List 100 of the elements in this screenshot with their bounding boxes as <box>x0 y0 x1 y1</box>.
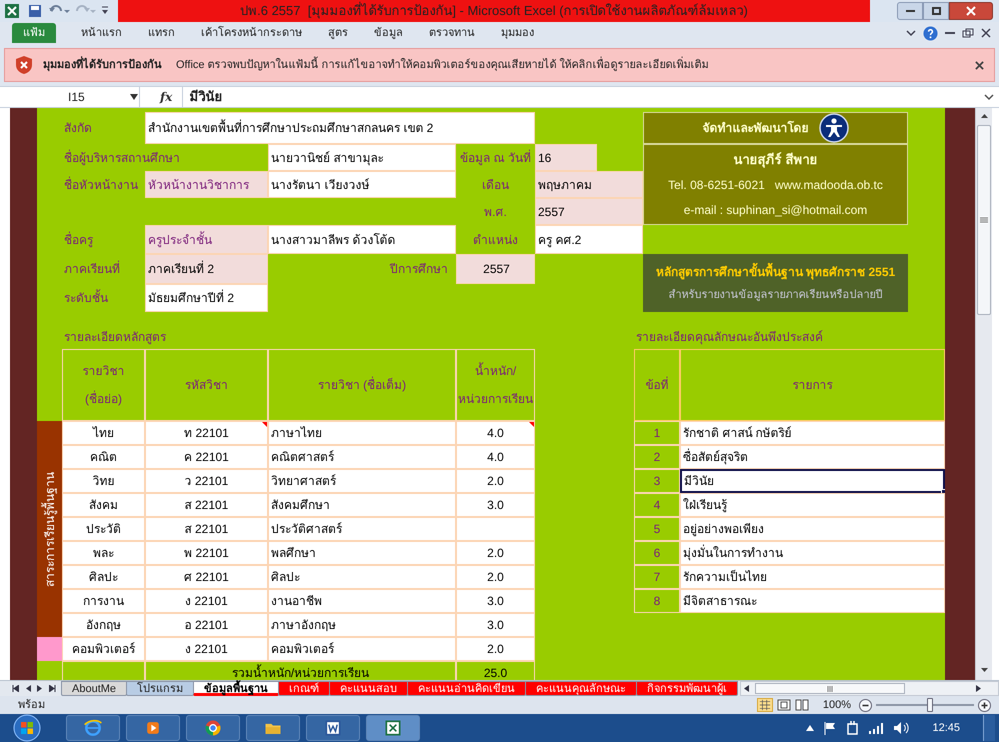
ribbon-tab[interactable]: สูตร <box>328 24 348 42</box>
field-value: พฤษภาคม <box>535 171 643 198</box>
ribbon-tab[interactable]: เค้าโครงหน้ากระดาษ <box>201 24 302 42</box>
last-sheet-icon[interactable] <box>49 685 56 692</box>
group-label: สาระการเรียนรู้พื้นฐาน <box>41 472 58 586</box>
taskbar-button[interactable] <box>246 715 300 741</box>
table-cell: ท 22101 <box>145 421 268 445</box>
zoom-in-icon[interactable] <box>978 698 991 712</box>
zoom-out-icon[interactable] <box>859 698 872 712</box>
table-cell[interactable]: ใฝ่เรียนรู้ <box>680 493 945 517</box>
first-sheet-icon[interactable] <box>12 685 19 692</box>
table-cell: 4.0 <box>456 445 535 469</box>
table-cell: 3.0 <box>456 589 535 613</box>
column-header: รายวิชา (ชื่อย่อ) <box>62 349 145 421</box>
table-cell: ศ 22101 <box>145 565 268 589</box>
sheet-tab[interactable]: คะแนนคุณลักษณะ <box>525 681 638 696</box>
banner-subtitle: สำหรับรายงานข้อมูลรายภาคเรียนหรือปลายปี <box>668 288 882 303</box>
table-cell[interactable]: ซื่อสัตย์สุจริต <box>680 445 945 469</box>
restore-icon[interactable] <box>962 28 974 38</box>
dropdown-icon[interactable] <box>130 94 138 100</box>
field-value: ครูประจำชั้น <box>145 225 268 254</box>
ribbon-tab[interactable]: ตรวจทาน <box>429 24 475 42</box>
vertical-scrollbar[interactable] <box>975 108 992 680</box>
table-cell: คณิต <box>62 445 145 469</box>
sheet-tab[interactable]: ข้อมูลพื้นฐาน <box>193 681 280 696</box>
table-cell: 2 <box>634 445 680 469</box>
next-sheet-icon[interactable] <box>37 685 43 692</box>
table-cell: สังคม <box>62 493 145 517</box>
table-cell: 3 <box>634 469 680 493</box>
table-cell[interactable]: มีวินัย <box>680 469 945 493</box>
sheet-tab[interactable]: เกณฑ์ <box>278 681 330 696</box>
chevron-icon[interactable] <box>906 29 916 37</box>
restore-button[interactable] <box>923 2 949 20</box>
field-label: ชื่อหัวหน้างาน <box>63 176 139 194</box>
sheet-tab[interactable]: โปรแกรม <box>126 681 194 696</box>
minimize-button[interactable] <box>897 2 923 20</box>
flag-icon[interactable] <box>823 721 838 735</box>
page-layout-icon[interactable] <box>776 699 791 711</box>
previous-sheet-icon[interactable] <box>25 685 31 692</box>
field-label: สังกัด <box>63 120 93 137</box>
taskbar-button[interactable] <box>366 715 420 741</box>
table-cell: ส 22101 <box>145 517 268 541</box>
sheet-tab[interactable]: คะแนนสอบ <box>329 681 408 696</box>
section-title: รายละเอียดหลักสูตร <box>63 328 166 346</box>
formula-field[interactable]: มีวินัย <box>182 87 983 107</box>
taskbar-button[interactable] <box>306 715 360 741</box>
page-break-icon[interactable] <box>794 699 809 711</box>
volume-icon[interactable] <box>893 721 910 735</box>
ribbon-tab[interactable]: ข้อมูล <box>374 24 403 42</box>
chevron-up-icon[interactable] <box>806 725 814 731</box>
field-label: ระดับชั้น <box>63 288 109 307</box>
ribbon-tab[interactable]: หน้าแรก <box>81 24 122 42</box>
word-icon <box>323 718 343 738</box>
field-value: 16 <box>535 144 597 171</box>
scroll-thumb[interactable] <box>977 125 991 315</box>
help-icon[interactable] <box>923 26 938 40</box>
table-cell[interactable]: รักความเป็นไทย <box>680 565 945 589</box>
table-cell: ว 22101 <box>145 469 268 493</box>
sheet-tab[interactable]: AboutMe <box>61 681 128 696</box>
sheet-tab[interactable]: กิจกรรมพัฒนาผู้เ <box>636 681 738 696</box>
slider-thumb[interactable] <box>926 698 933 712</box>
section-title: รายละเอียดคุณลักษณะอันพึงประสงค์ <box>635 328 823 346</box>
table-cell[interactable]: มีจิตสาธารณะ <box>680 589 945 613</box>
function-icon[interactable]: fx <box>160 88 172 106</box>
field-value: ครู คศ.2 <box>535 225 643 254</box>
table-cell[interactable]: อยู่อย่างพอเพียง <box>680 517 945 541</box>
table-cell: ภาษาไทย <box>268 421 456 445</box>
table-cell: พลศึกษา <box>268 541 456 565</box>
table-cell: ศิลปะ <box>62 565 145 589</box>
zoom-text[interactable]: 100% <box>822 696 851 714</box>
table-cell: อังกฤษ <box>62 613 145 637</box>
table-cell: อ 22101 <box>145 613 268 637</box>
close-icon[interactable] <box>981 28 991 38</box>
field-value: นายวานิชย์ สาขามุละ <box>268 144 456 171</box>
scroll-thumb[interactable] <box>755 683 906 694</box>
message-text[interactable]: Office ตรวจพบปัญหาในแฟ้มนี้ การแก้ไขอาจทำให้คอมพิวเตอร์ของคุณเสียหายได้ ให้คลิกเพื่อดูรายละเอียดเพิ่มเติม <box>176 56 709 74</box>
zoom-slider[interactable] <box>876 698 974 712</box>
table-cell: พ 22101 <box>145 541 268 565</box>
sheet-tab[interactable]: คะแนนอ่านคิดเขียน <box>407 681 526 696</box>
field-value: มัธยมศึกษาปีที่ 2 <box>145 284 268 312</box>
close-button[interactable] <box>949 2 993 20</box>
clock-text[interactable]: 12:45 <box>932 720 960 736</box>
close-icon[interactable] <box>975 60 984 70</box>
minimize-icon[interactable] <box>945 29 955 37</box>
field-label: ตำแหน่ง <box>472 232 519 248</box>
table-cell[interactable]: มุ่งมั่นในการทำงาน <box>680 541 945 565</box>
table-cell: ภาษาอังกฤษ <box>268 613 456 637</box>
normal-view-icon[interactable] <box>756 698 773 712</box>
excel-icon[interactable] <box>4 3 20 19</box>
save-icon[interactable] <box>28 4 42 18</box>
signal-icon[interactable] <box>868 722 884 734</box>
table-cell: งานอาชีพ <box>268 589 456 613</box>
ribbon-tab[interactable]: แทรก <box>148 24 175 42</box>
table-cell[interactable]: รักชาติ ศาสน์ กษัตริย์ <box>680 421 945 445</box>
table-cell: วิทยาศาสตร์ <box>268 469 456 493</box>
taskbar-button[interactable] <box>186 715 240 741</box>
horizontal-scrollbar[interactable] <box>740 681 999 696</box>
file-tab[interactable]: แฟ้ม <box>12 23 56 43</box>
table-cell: 2.0 <box>456 565 535 589</box>
ribbon-tab[interactable]: มุมมอง <box>501 24 534 42</box>
